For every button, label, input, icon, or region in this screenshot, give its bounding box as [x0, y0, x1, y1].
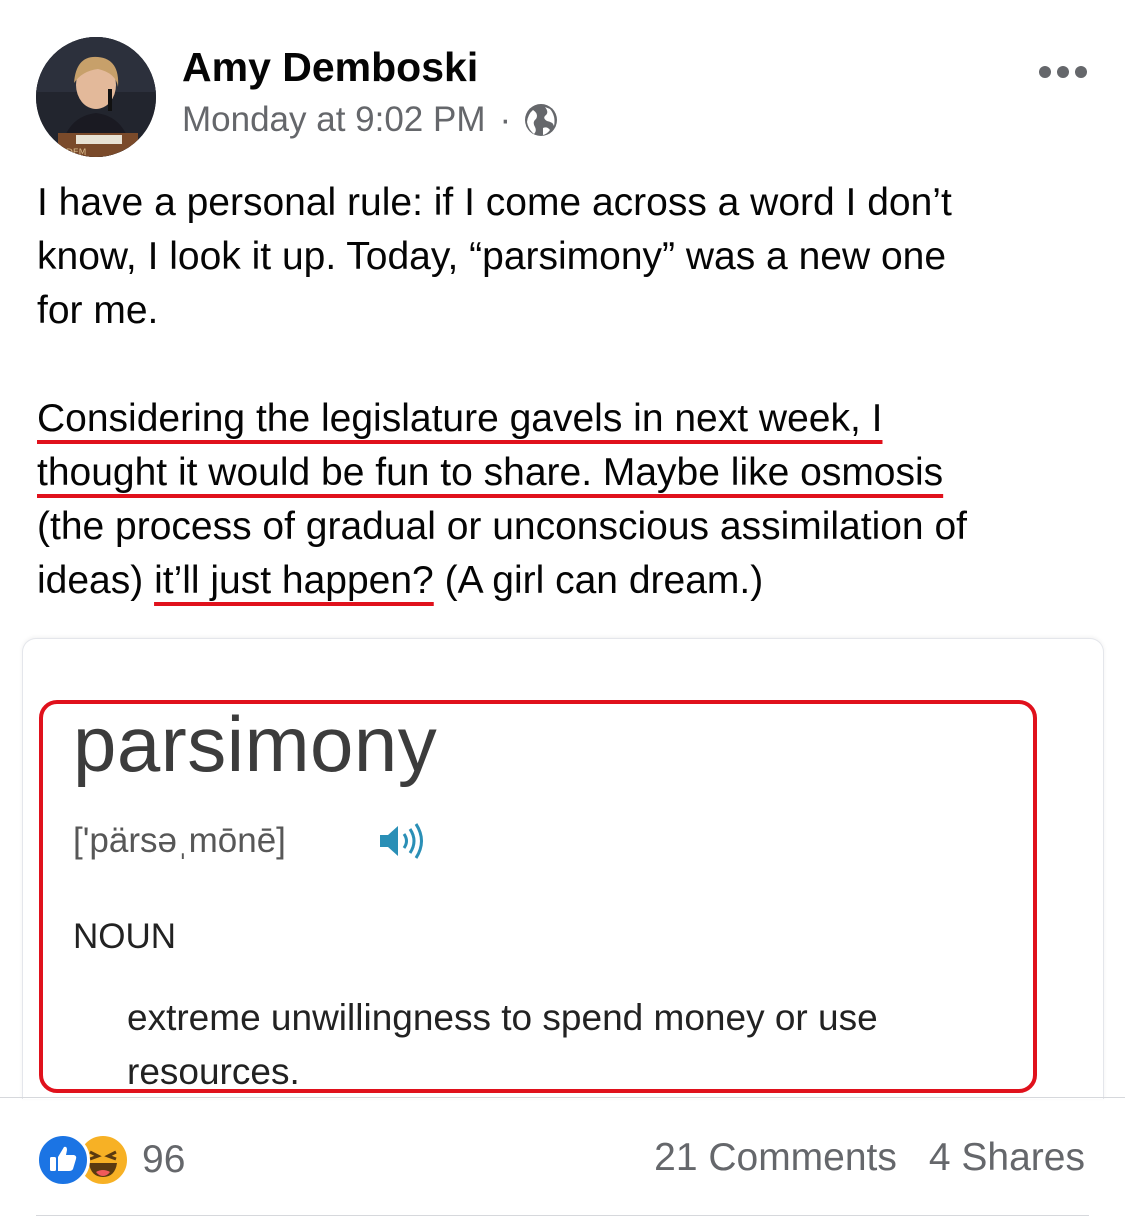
reactions-summary[interactable]: 96 — [36, 1133, 186, 1187]
post-text-line: Considering the legislature gavels in ne… — [37, 392, 1097, 446]
more-options-icon[interactable] — [1037, 60, 1089, 84]
post-text-line: ideas) it’ll just happen? (A girl can dr… — [37, 554, 1097, 608]
divider — [0, 1097, 1125, 1098]
post-stats: 21 Comments 4 Shares — [654, 1136, 1085, 1180]
post-meta: Monday at 9:02 PM · — [182, 100, 559, 140]
underlined-text: thought it would be fun to share. Maybe … — [37, 451, 944, 494]
post-timestamp[interactable]: Monday at 9:02 PM — [182, 100, 486, 140]
author-avatar[interactable]: DEM — [36, 37, 156, 157]
globe-icon[interactable] — [523, 102, 559, 138]
reaction-count: 96 — [142, 1138, 186, 1181]
avatar-photo: DEM — [36, 37, 156, 157]
post-text-line: I have a personal rule: if I come across… — [37, 181, 952, 224]
post-text-line: thought it would be fun to share. Maybe … — [37, 446, 1097, 500]
post-text-fragment: ideas) — [37, 559, 155, 602]
underlined-text: it’ll just happen? — [154, 559, 434, 602]
comments-link[interactable]: 21 Comments — [654, 1136, 897, 1180]
like-icon — [36, 1133, 90, 1187]
post-text-fragment: (A girl can dream.) — [433, 559, 764, 602]
post-body: I have a personal rule: if I come across… — [37, 176, 1097, 608]
shares-link[interactable]: 4 Shares — [929, 1136, 1085, 1180]
divider — [36, 1215, 1089, 1216]
post-image[interactable]: parsimony ['pärsəˌmōnē] NOUN extreme unw… — [22, 638, 1104, 1099]
post-paragraph-1: I have a personal rule: if I come across… — [37, 176, 1097, 338]
post-paragraph-2: Considering the legislature gavels in ne… — [37, 392, 1097, 608]
post-text-line: know, I look it up. Today, “parsimony” w… — [37, 235, 947, 278]
svg-text:DEM: DEM — [66, 148, 86, 157]
underlined-text: Considering the legislature gavels in ne… — [37, 397, 883, 440]
author-name[interactable]: Amy Demboski — [182, 44, 478, 91]
annotation-box — [39, 700, 1037, 1093]
post-text-line: (the process of gradual or unconscious a… — [37, 505, 967, 548]
meta-separator: · — [499, 100, 512, 139]
post-text-line: for me. — [37, 289, 159, 332]
